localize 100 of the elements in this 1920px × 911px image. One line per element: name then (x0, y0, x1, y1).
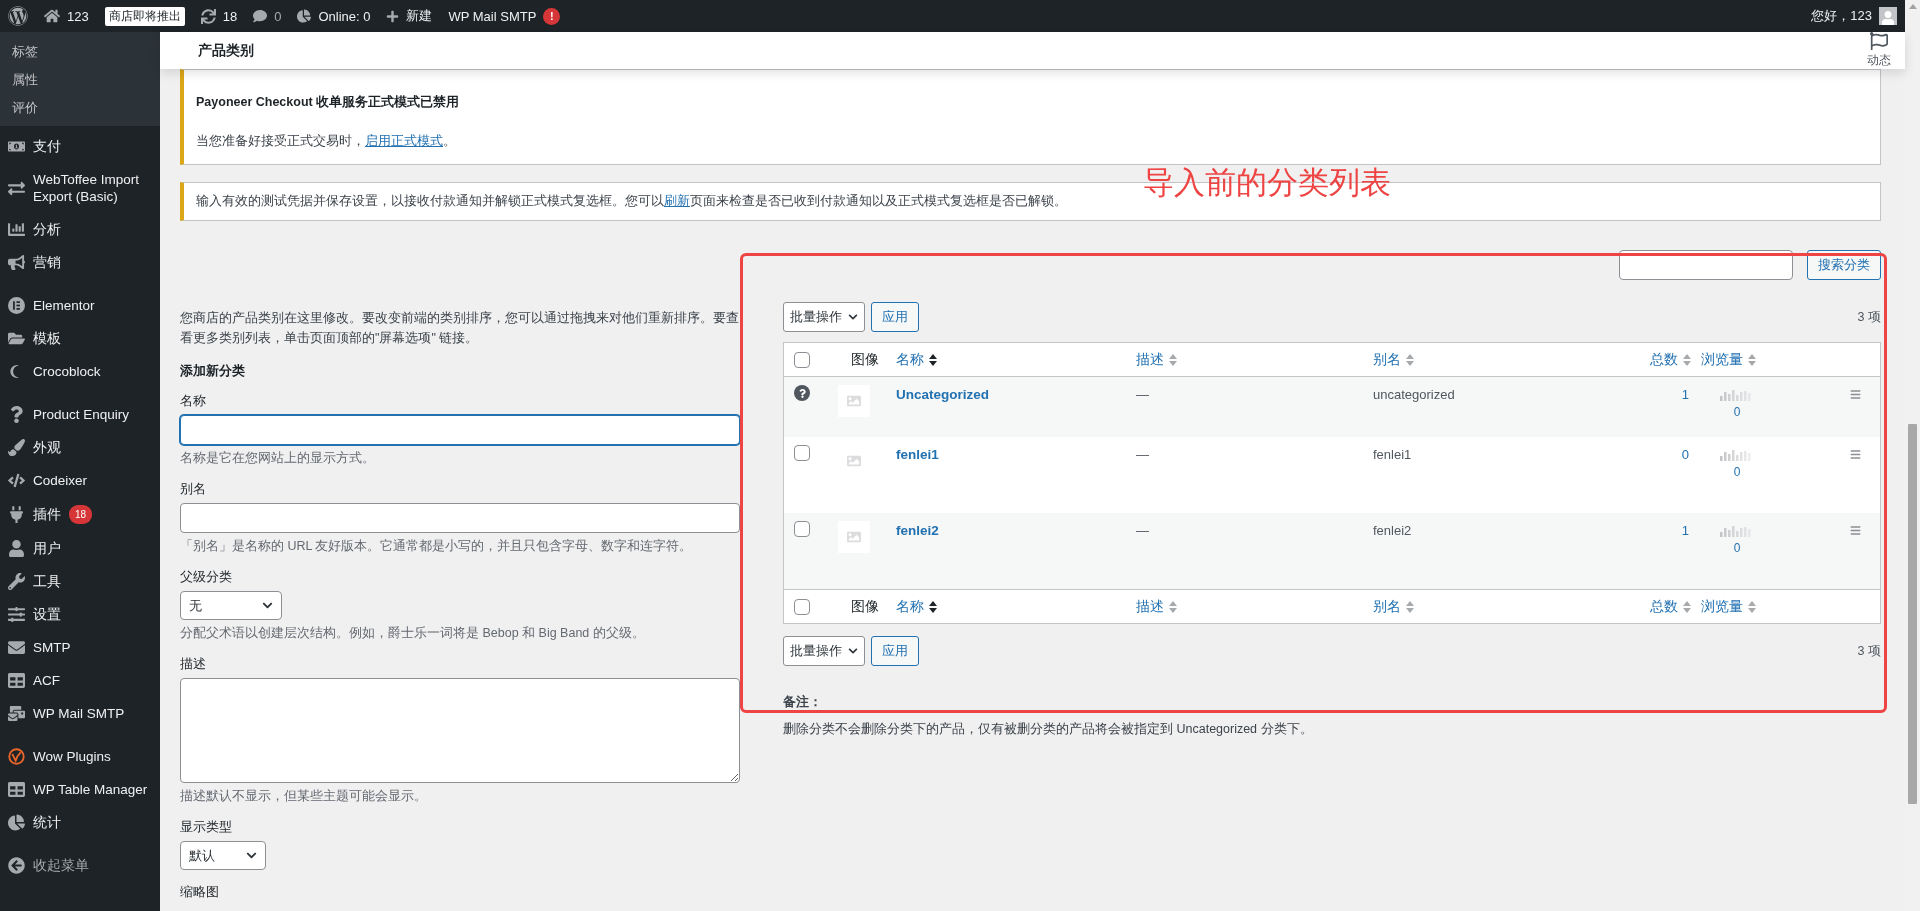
menu-item[interactable]: SMTP (0, 631, 160, 664)
menu-item[interactable]: 统计 (0, 806, 160, 839)
menu-item[interactable]: ACF (0, 664, 160, 697)
menu-item[interactable]: 营销 (0, 246, 160, 279)
column-header[interactable]: 名称 (896, 350, 1136, 369)
slug-cell-text: uncategorized (1373, 386, 1456, 402)
count-link[interactable]: 1 (1621, 385, 1701, 402)
sliders-icon (8, 606, 25, 623)
elementor-icon (8, 297, 25, 314)
user-icon (8, 540, 25, 557)
menu-item[interactable]: Elementor (0, 289, 160, 322)
notice-text: 当您准备好接受正式交易时，启用正式模式。 (196, 133, 457, 150)
apply-button[interactable]: 应用 (871, 302, 919, 332)
menu-item[interactable]: 支付 (0, 130, 160, 163)
note-title: 备注： (783, 694, 823, 711)
select-field[interactable]: 无 (180, 591, 282, 620)
select-all-checkbox[interactable] (794, 351, 810, 368)
submenu-item[interactable]: 评价 (0, 94, 160, 122)
menu-item[interactable]: WP Table Manager (0, 773, 160, 806)
notice-link[interactable]: 启用正式模式 (365, 134, 443, 148)
submenu-item[interactable]: 属性 (0, 66, 160, 94)
menu-item[interactable]: WebToffee Import Export (Basic) (0, 163, 160, 213)
apply-button[interactable]: 应用 (871, 636, 919, 666)
views-count[interactable]: 0 (1733, 405, 1741, 419)
online-link[interactable]: Online: 0 (297, 8, 371, 24)
intro-text: 您商店的产品类别在这里修改。要改变前端的类别排序，您可以通过拖拽来对他们重新排序。要查看更多类别列表，单击页面顶部的"屏幕选项" 链接。 (180, 310, 740, 347)
select-field[interactable]: 默认 (180, 841, 266, 870)
collapse-menu-item[interactable]: 收起菜单 (0, 849, 160, 882)
column-header[interactable]: 总数 (1621, 597, 1701, 616)
menu-item[interactable]: 设置 (0, 598, 160, 631)
refresh-icon (200, 8, 216, 24)
field-label: 名称 (180, 392, 207, 410)
alert-badge: ! (543, 7, 561, 25)
menu-item[interactable]: WP Mail SMTP (0, 697, 160, 730)
menu-item[interactable]: Codeixer (0, 464, 160, 497)
page-title: 产品类别 (198, 41, 254, 60)
menu-item[interactable]: 模板 (0, 322, 160, 355)
column-header[interactable]: 浏览量 (1701, 350, 1850, 369)
comments-link[interactable]: 0 (253, 8, 282, 24)
scrollbar-thumb[interactable] (1908, 424, 1917, 804)
account-link[interactable]: 您好，123 (1811, 7, 1897, 25)
category-name-link[interactable]: Uncategorized (896, 385, 1136, 402)
count-badge: 18 (69, 505, 93, 524)
smtp-link[interactable]: WP Mail SMTP ! (448, 7, 561, 25)
help-icon (794, 385, 810, 401)
count-link[interactable]: 0 (1621, 445, 1701, 462)
menu-item[interactable]: 外观 (0, 431, 160, 464)
row-checkbox[interactable] (794, 445, 810, 461)
notice-text: 输入有效的测试凭据并保存设置，以接收付款通知并解锁正式模式复选框。您可以刷新页面来检查是否已收到付款通知以及正式模式复选框是否已解锁。 (196, 193, 1068, 210)
bulk-action-select[interactable]: 批量操作 (783, 636, 865, 666)
search-field[interactable] (1619, 250, 1793, 280)
column-header[interactable]: 名称 (896, 597, 1136, 616)
category-name-link[interactable]: fenlei1 (896, 445, 1136, 462)
scroll-up-icon[interactable] (1908, 4, 1917, 9)
views-count[interactable]: 0 (1733, 541, 1741, 555)
bulk-action-select[interactable]: 批量操作 (783, 302, 865, 332)
text-field[interactable] (180, 415, 740, 445)
menu-item[interactable]: 工具 (0, 565, 160, 598)
menu-item[interactable]: Product Enquiry (0, 398, 160, 431)
count-link[interactable]: 1 (1621, 521, 1701, 538)
column-header[interactable]: 描述 (1136, 597, 1373, 616)
drag-handle-icon[interactable] (1850, 389, 1861, 400)
updates-link[interactable]: 18 (200, 8, 238, 24)
drag-handle-icon[interactable] (1850, 449, 1861, 460)
search-button[interactable]: 搜索分类 (1807, 250, 1881, 280)
note-text: 删除分类不会删除分类下的产品，仅有被删分类的产品将会被指定到 Uncategorized 分类下。 (783, 721, 1314, 738)
column-header[interactable]: 总数 (1621, 350, 1701, 369)
menu-item[interactable]: 用户 (0, 532, 160, 565)
select-all-checkbox[interactable] (794, 598, 810, 615)
field-label: 缩略图 (180, 883, 220, 901)
row-checkbox[interactable] (794, 521, 810, 537)
code-icon (8, 472, 25, 489)
views-count[interactable]: 0 (1733, 465, 1741, 479)
wordpress-logo-icon[interactable] (8, 6, 28, 26)
menu-item[interactable]: 分析 (0, 213, 160, 246)
field-label: 别名 (180, 480, 207, 498)
new-link[interactable]: 新建 (386, 7, 433, 25)
store-status-badge[interactable]: 商店即将推出 (104, 6, 185, 26)
comment-icon (253, 9, 268, 23)
activity-button[interactable]: 动态 (1867, 32, 1891, 69)
description-field[interactable] (180, 678, 740, 783)
column-header[interactable]: 浏览量 (1701, 597, 1850, 616)
column-header[interactable]: 描述 (1136, 350, 1373, 369)
menu-item[interactable]: Crocoblock (0, 355, 160, 388)
arrows-icon (8, 179, 25, 197)
submenu-item[interactable]: 标签 (0, 38, 160, 66)
menu-item[interactable]: Wow Plugins (0, 740, 160, 773)
menu-item[interactable]: 插件 18 (0, 497, 160, 532)
drag-handle-icon[interactable] (1850, 525, 1861, 536)
category-name-link[interactable]: fenlei2 (896, 521, 1136, 538)
views-sparkline (1720, 525, 1754, 537)
item-count: 3 项 (1857, 308, 1881, 326)
column-header[interactable]: 别名 (1373, 597, 1621, 616)
notice-link[interactable]: 刷新 (664, 194, 690, 208)
column-header[interactable]: 别名 (1373, 350, 1621, 369)
text-field[interactable] (180, 503, 740, 533)
site-link[interactable]: 123 (44, 8, 89, 24)
item-count: 3 项 (1857, 642, 1881, 660)
money-icon (8, 138, 25, 155)
pie-chart-icon (8, 814, 25, 831)
